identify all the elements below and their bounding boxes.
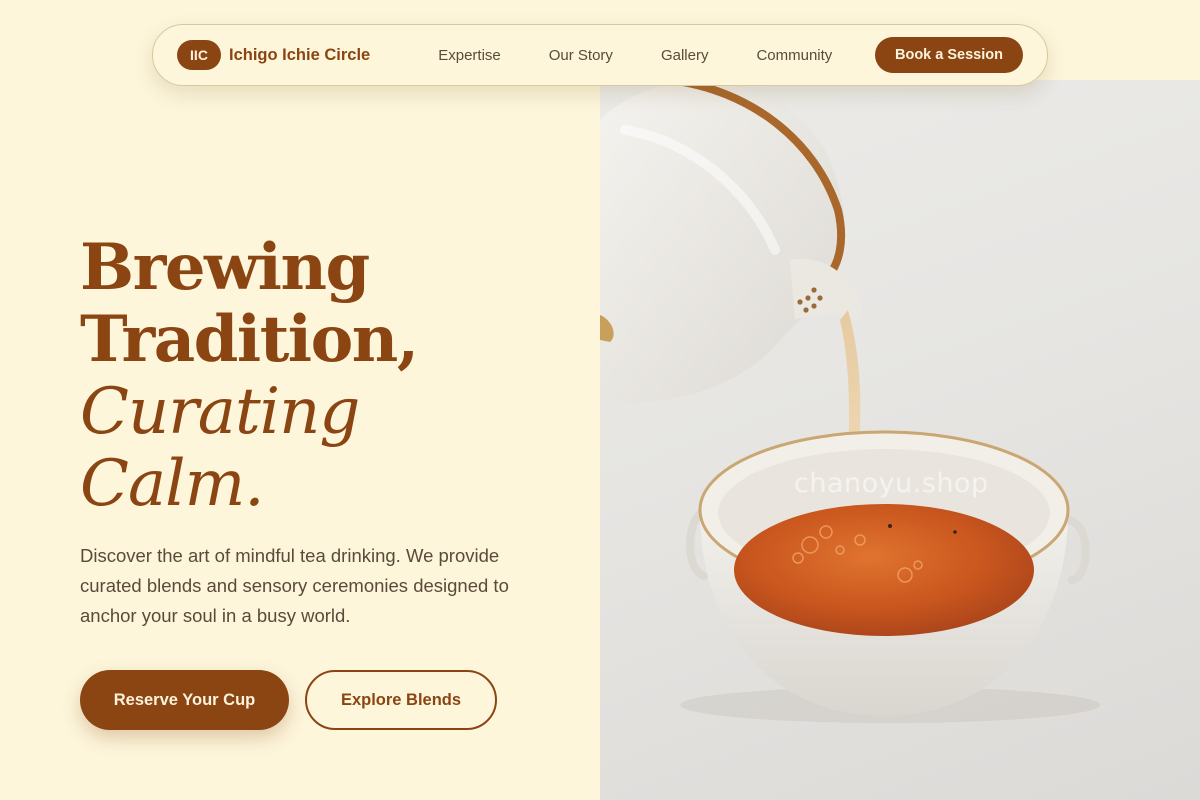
logo-badge[interactable]: IIC (177, 40, 221, 70)
tea-leaf-speck (888, 524, 892, 528)
hero-title-line-4: Calm. (80, 447, 265, 521)
nav-link-expertise[interactable]: Expertise (438, 47, 501, 64)
hero-title-line-3: Curating (80, 375, 360, 449)
hero-description: Discover the art of mindful tea drinking… (80, 545, 509, 626)
hero-title: Brewing Tradition, Curating Calm. (80, 230, 580, 521)
top-navbar: IIC Ichigo Ichie Circle Expertise Our St… (152, 24, 1048, 86)
book-session-button[interactable]: Book a Session (875, 37, 1023, 73)
teapot (600, 80, 862, 403)
tea-surface (734, 504, 1034, 636)
cup-handle-right (1064, 516, 1090, 584)
tea-pour-illustration (600, 80, 1100, 723)
nav-link-community[interactable]: Community (756, 47, 832, 64)
reserve-cup-button[interactable]: Reserve Your Cup (80, 670, 289, 730)
brand-name[interactable]: Ichigo Ichie Circle (229, 46, 370, 65)
nav-links: Expertise Our Story Gallery Community (438, 47, 832, 64)
nav-link-our-story[interactable]: Our Story (549, 47, 613, 64)
nav-link-gallery[interactable]: Gallery (661, 47, 709, 64)
explore-blends-button[interactable]: Explore Blends (305, 670, 497, 730)
hero-title-line-1: Brewing (80, 230, 370, 305)
hero-title-line-2: Tradition, (80, 302, 419, 377)
photo-watermark: chanoyu.shop (794, 468, 989, 499)
hero-photo-tea-pour: chanoyu.shop (600, 80, 1200, 800)
